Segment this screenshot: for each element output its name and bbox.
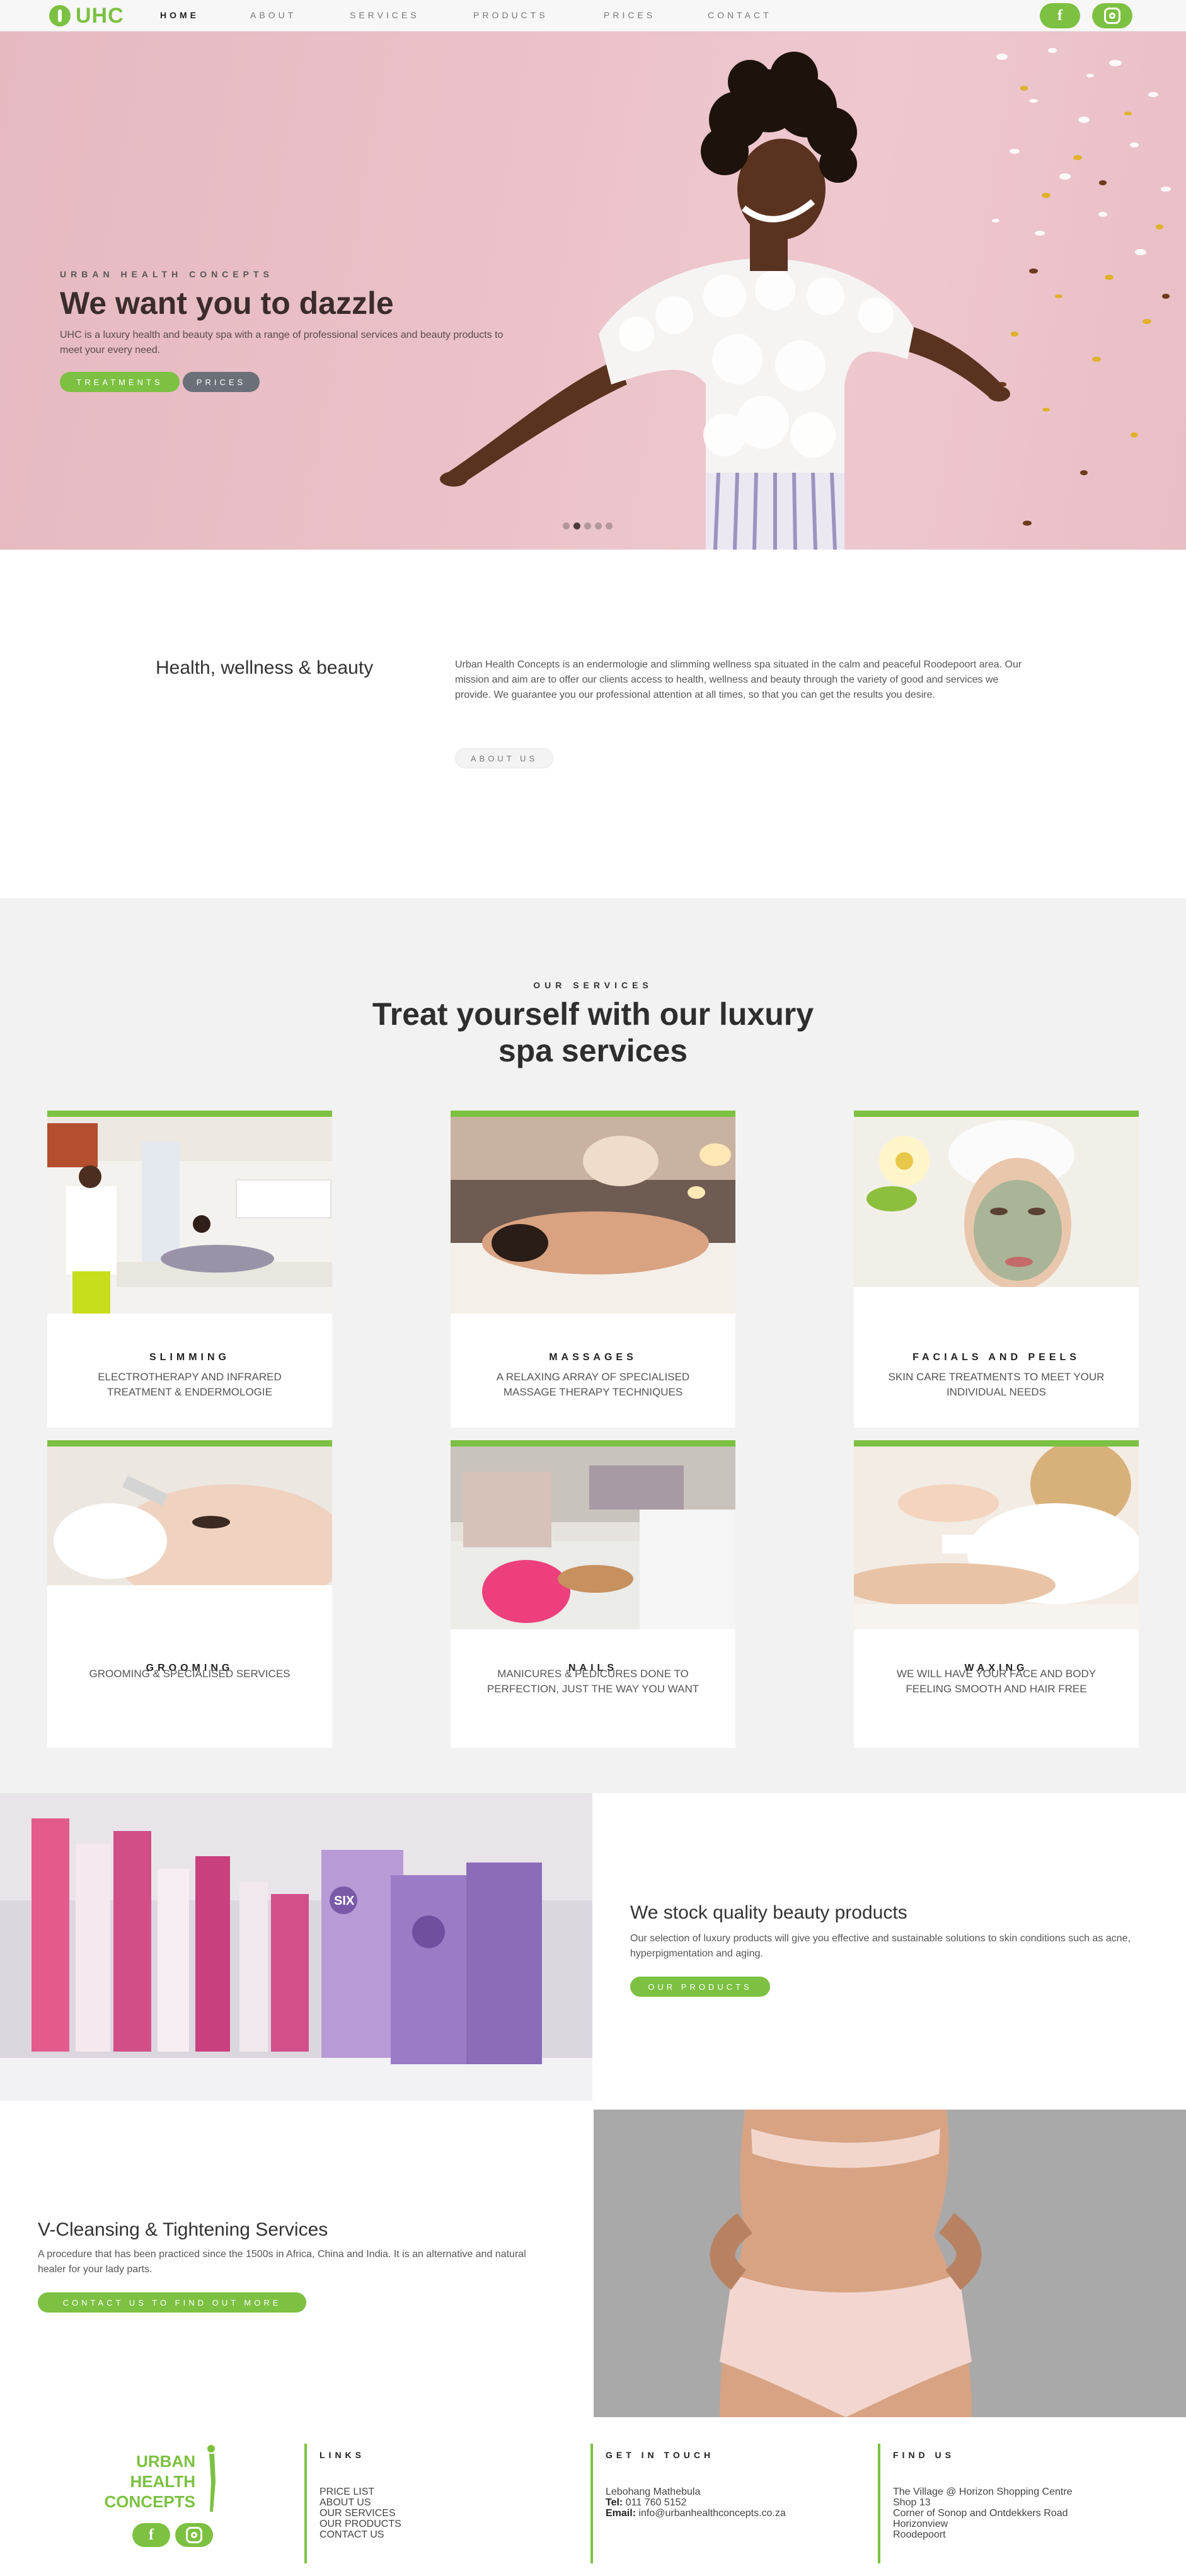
service-card-slimming[interactable]: SLIMMING ELECTROTHERAPY AND INFRARED TRE… xyxy=(47,1111,332,1428)
facebook-icon: f xyxy=(149,2526,154,2543)
grooming-image xyxy=(47,1447,350,1629)
hero-text: UHC is a luxury health and beauty spa wi… xyxy=(60,330,504,355)
logo-icon xyxy=(49,5,71,26)
nav-about[interactable]: ABOUT xyxy=(250,10,296,20)
nails-image xyxy=(451,1447,735,1629)
service-card-waxing[interactable]: WAXING WE WILL HAVE YOUR FACE AND BODY F… xyxy=(841,1440,1144,1748)
hero-title: We want you to dazzle xyxy=(60,286,394,321)
products-image: SIX xyxy=(0,1793,592,2101)
contact-us-button[interactable]: CONTACT US TO FIND OUT MORE xyxy=(38,2292,306,2313)
card-desc: WE WILL HAVE YOUR FACE AND BODY FEELING … xyxy=(896,1668,1097,1695)
contact-email[interactable]: Email: info@urbanhealthconcepts.co.za xyxy=(606,2508,855,2519)
services-kicker: OUR SERVICES xyxy=(533,980,653,990)
tel-value: 011 760 5152 xyxy=(625,2497,687,2508)
slide-dot[interactable] xyxy=(595,523,602,529)
slimming-image xyxy=(47,1117,332,1314)
footer-logo-line1: URBAN xyxy=(136,2452,195,2471)
service-card-facials[interactable]: FACIALS AND PEELS SKIN CARE TREATMENTS T… xyxy=(854,1111,1139,1428)
card-title: FACIALS AND PEELS xyxy=(913,1352,1080,1363)
logo-text: UHC xyxy=(76,3,124,28)
contact-tel[interactable]: Tel: 011 760 5152 xyxy=(606,2497,855,2508)
card-title: SLIMMING xyxy=(149,1352,230,1363)
vcleansing-image xyxy=(594,2110,1186,2417)
slide-dot-active[interactable] xyxy=(573,523,580,529)
address-line: Corner of Sonop and Ontdekkers Road xyxy=(893,2508,1068,2519)
footer-contact-heading: GET IN TOUCH xyxy=(606,2450,715,2460)
instagram-icon xyxy=(1104,8,1120,24)
card-desc: ELECTROTHERAPY AND INFRARED TREATMENT & … xyxy=(98,1371,282,1398)
our-products-button[interactable]: OUR PRODUCTS xyxy=(630,1977,770,1997)
facials-image xyxy=(854,1117,1139,1314)
services-title-line1: Treat yourself with our luxury xyxy=(372,996,814,1032)
facebook-button[interactable]: f xyxy=(1040,3,1080,28)
footer-links: LINKS PRICE LIST ABOUT US OUR SERVICES O… xyxy=(304,2444,569,2563)
card-title: MASSAGES xyxy=(549,1352,637,1363)
service-card-grooming[interactable]: GROOMING GROOMING & SPECIALISED SERVICES xyxy=(47,1440,350,1748)
footer-contact: GET IN TOUCH Lebohang Mathebula Tel: 011… xyxy=(590,2444,855,2563)
address-line: The Village @ Horizon Shopping Centre xyxy=(893,2486,1073,2497)
prices-button[interactable]: PRICES xyxy=(183,372,260,392)
contact-name: Lebohang Mathebula xyxy=(606,2486,701,2497)
slider-dots xyxy=(563,523,613,529)
service-card-nails[interactable]: NAILS MANICURES & PEDICURES DONE TO PERF… xyxy=(451,1440,735,1748)
address-line: Horizonview xyxy=(893,2519,948,2529)
email-value: info@urbanhealthconcepts.co.za xyxy=(638,2508,786,2519)
footer-instagram-button[interactable] xyxy=(175,2523,213,2547)
facebook-icon: f xyxy=(1057,7,1062,24)
nav-products[interactable]: PRODUCTS xyxy=(473,10,548,20)
intro-text: Urban Health Concepts is an endermologie… xyxy=(455,659,1022,700)
footer-logo-line2: HEALTH xyxy=(130,2472,195,2491)
vcleansing-title: V-Cleansing & Tightening Services xyxy=(38,2219,328,2240)
nav-services[interactable]: SERVICES xyxy=(350,10,420,20)
footer-link[interactable]: PRICE LIST xyxy=(320,2486,569,2497)
hero-kicker: URBAN HEALTH CONCEPTS xyxy=(60,269,273,279)
slide-dot[interactable] xyxy=(584,523,591,529)
footer-link[interactable]: ABOUT US xyxy=(320,2497,569,2508)
service-card-massages[interactable]: MASSAGES A RELAXING ARRAY OF SPECIALISED… xyxy=(451,1111,735,1428)
services-title: Treat yourself with our luxury spa servi… xyxy=(0,996,1186,1069)
card-desc: MANICURES & PEDICURES DONE TO PERFECTION… xyxy=(486,1668,700,1695)
vcleansing-text: A procedure that has been practiced sinc… xyxy=(38,2249,526,2275)
hero-woman-image xyxy=(440,52,1010,550)
nav-prices[interactable]: PRICES xyxy=(604,10,655,20)
instagram-icon xyxy=(186,2527,202,2543)
footer-facebook-button[interactable]: f xyxy=(132,2523,170,2547)
massages-image xyxy=(451,1117,735,1314)
tel-label: Tel: xyxy=(606,2497,623,2508)
card-desc: A RELAXING ARRAY OF SPECIALISED MASSAGE … xyxy=(496,1371,690,1398)
treatments-button[interactable]: TREATMENTS xyxy=(60,372,180,392)
slide-dot[interactable] xyxy=(563,523,570,529)
card-desc: GROOMING & SPECIALISED SERVICES xyxy=(89,1668,291,1680)
slide-dot[interactable] xyxy=(606,523,613,529)
about-us-button[interactable]: ABOUT US xyxy=(455,748,553,768)
footer: URBAN HEALTH CONCEPTS f LINKS PRICE LIST… xyxy=(0,2430,1186,2576)
products-title: We stock quality beauty products xyxy=(630,1902,907,1923)
top-nav: UHC HOME ABOUT SERVICES PRODUCTS PRICES … xyxy=(0,0,1186,32)
footer-logo-text[interactable]: URBAN HEALTH CONCEPTS xyxy=(101,2451,195,2512)
email-label: Email: xyxy=(606,2508,636,2519)
footer-link[interactable]: CONTACT US xyxy=(320,2529,569,2540)
address-line: Shop 13 xyxy=(893,2497,931,2508)
hero-slider: URBAN HEALTH CONCEPTS We want you to daz… xyxy=(0,32,1186,550)
footer-link[interactable]: OUR SERVICES xyxy=(320,2508,569,2519)
intro-title: Health, wellness & beauty xyxy=(156,657,374,678)
footer-link[interactable]: OUR PRODUCTS xyxy=(320,2519,569,2529)
footer-logo-figure xyxy=(207,2445,216,2512)
address-line: Roodepoort xyxy=(893,2529,946,2540)
footer-links-heading: LINKS xyxy=(320,2450,365,2460)
footer-find-heading: FIND US xyxy=(893,2450,955,2460)
nav-home[interactable]: HOME xyxy=(160,10,199,20)
nav-contact[interactable]: CONTACT xyxy=(708,10,772,20)
card-desc: SKIN CARE TREATMENTS TO MEET YOUR INDIVI… xyxy=(888,1371,1105,1398)
footer-logo-line3: CONCEPTS xyxy=(104,2492,195,2511)
waxing-image xyxy=(841,1440,1144,1629)
services-title-line2: spa services xyxy=(498,1033,688,1068)
instagram-button[interactable] xyxy=(1092,3,1132,28)
services-section: OUR SERVICES Treat yourself with our lux… xyxy=(0,898,1186,1793)
product-box-label: SIX xyxy=(334,1894,355,1908)
products-text: Our selection of luxury products will gi… xyxy=(630,1933,1131,1959)
logo[interactable]: UHC xyxy=(49,4,124,28)
footer-find-us: FIND US The Village @ Horizon Shopping C… xyxy=(878,2444,1155,2563)
